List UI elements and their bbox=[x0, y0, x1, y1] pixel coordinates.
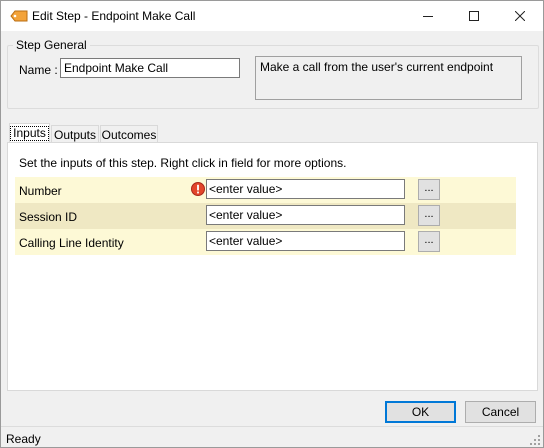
tab-outcomes-label: Outcomes bbox=[101, 127, 157, 142]
number-value-field[interactable]: <enter value> bbox=[206, 179, 405, 199]
edit-step-window: Edit Step - Endpoint Make Call Step Gene… bbox=[0, 0, 544, 448]
session-id-value-field[interactable]: <enter value> bbox=[206, 205, 405, 225]
tab-outcomes[interactable]: Outcomes bbox=[100, 125, 158, 143]
input-row-session-id: Session ID <enter value> ... bbox=[15, 203, 516, 229]
close-icon bbox=[515, 11, 525, 21]
cancel-button[interactable]: Cancel bbox=[465, 401, 536, 423]
maximize-icon bbox=[469, 11, 479, 21]
input-row-calling-line-identity: Calling Line Identity <enter value> ... bbox=[15, 229, 516, 255]
tab-outputs-label: Outputs bbox=[53, 127, 97, 142]
session-id-browse-button[interactable]: ... bbox=[418, 205, 440, 226]
input-row-label: Number bbox=[19, 184, 62, 198]
step-general-caption: Step General bbox=[13, 38, 90, 52]
error-icon bbox=[191, 182, 205, 196]
cancel-button-label: Cancel bbox=[481, 405, 520, 419]
description-box[interactable]: Make a call from the user's current endp… bbox=[255, 56, 522, 100]
minimize-button[interactable] bbox=[405, 1, 451, 31]
input-row-number: Number <enter value> ... bbox=[15, 177, 516, 203]
resize-grip-icon[interactable] bbox=[529, 434, 541, 446]
tab-inputs[interactable]: Inputs bbox=[9, 123, 50, 143]
tab-outputs[interactable]: Outputs bbox=[51, 125, 99, 143]
ok-button[interactable]: OK bbox=[385, 401, 456, 423]
minimize-icon bbox=[423, 16, 433, 17]
status-bar: Ready bbox=[1, 426, 543, 447]
maximize-button[interactable] bbox=[451, 1, 497, 31]
title-bar[interactable]: Edit Step - Endpoint Make Call bbox=[1, 1, 543, 31]
input-row-label: Session ID bbox=[19, 210, 78, 224]
input-row-label: Calling Line Identity bbox=[19, 236, 124, 250]
ok-button-label: OK bbox=[411, 405, 430, 419]
close-button[interactable] bbox=[497, 1, 543, 31]
calling-line-identity-value-field[interactable]: <enter value> bbox=[206, 231, 405, 251]
inputs-hint: Set the inputs of this step. Right click… bbox=[19, 156, 347, 170]
name-input[interactable] bbox=[60, 58, 240, 78]
name-label: Name : bbox=[19, 63, 58, 77]
number-browse-button[interactable]: ... bbox=[418, 179, 440, 200]
window-title: Edit Step - Endpoint Make Call bbox=[32, 9, 196, 23]
tab-inputs-label: Inputs bbox=[10, 126, 49, 141]
step-tag-icon bbox=[10, 10, 28, 22]
status-text: Ready bbox=[6, 432, 41, 446]
calling-line-identity-browse-button[interactable]: ... bbox=[418, 231, 440, 252]
